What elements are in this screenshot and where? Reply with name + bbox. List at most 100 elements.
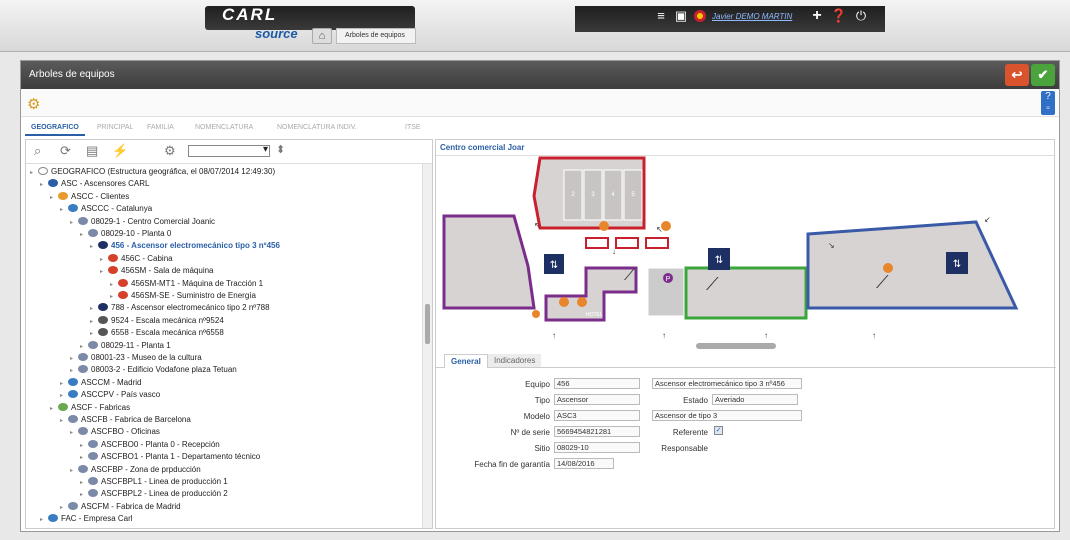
tree-toggle-icon[interactable]: ▸ <box>90 317 98 328</box>
panel-splitter[interactable] <box>696 343 776 349</box>
tree-toggle-icon[interactable]: ▸ <box>60 503 68 514</box>
tree-toggle-icon[interactable]: ▸ <box>40 515 48 526</box>
back-button[interactable]: ↩ <box>1005 64 1029 86</box>
list-icon[interactable]: ≡ <box>652 6 670 26</box>
tab-nomenclatura[interactable]: NOMENCLATURA <box>189 121 259 134</box>
tree-toggle-icon[interactable]: ▸ <box>50 404 58 415</box>
tree-toggle-icon[interactable]: ▸ <box>50 193 58 204</box>
tree-node[interactable]: ▸ 456C - Cabina <box>100 253 173 264</box>
tree-node[interactable]: ▸ 08029-1 - Centro Comercial Joanic <box>70 216 215 227</box>
refresh-icon[interactable]: ⟳ <box>60 143 71 159</box>
modelo-desc[interactable]: Ascensor de tipo 3 <box>652 410 802 421</box>
tree-node[interactable]: ▸ ASCCPV - País vasco <box>60 389 160 400</box>
tree-node[interactable]: ▸ 788 - Ascensor electromecánico tipo 2 n… <box>90 302 270 313</box>
tree-toggle-icon[interactable]: ▸ <box>60 205 68 216</box>
tree-toggle-icon[interactable]: ▸ <box>60 391 68 402</box>
tree-node[interactable]: ▸ 08001-23 - Museo de la cultura <box>70 352 202 363</box>
tree-toggle-icon[interactable]: ▸ <box>70 218 78 229</box>
tree-node[interactable]: ▸ ASCFBP - Zona de prpducción <box>70 464 201 475</box>
tree-node[interactable]: ▸ ASCFBPL2 - Linea de producción 2 <box>80 488 228 499</box>
tree-toggle-icon[interactable]: ▸ <box>80 441 88 452</box>
tree-node[interactable]: ▸ 456SM - Sala de máquina <box>100 265 214 276</box>
tree-toggle-icon[interactable]: ▸ <box>100 267 108 278</box>
tree-toggle-icon[interactable]: ▸ <box>90 242 98 253</box>
modelo-code[interactable]: ASC3 <box>554 410 640 421</box>
tree-node[interactable]: ▸ 08003-2 - Edificio Vodafone plaza Tetua… <box>70 364 237 375</box>
tree-node[interactable]: ▸ 456SM-SE - Suministro de Energía <box>110 290 256 301</box>
tree-node[interactable]: ▸ ASC - Ascensores CARL <box>40 178 149 189</box>
tab-principal[interactable]: PRINCIPAL <box>91 121 139 134</box>
tree-toggle-icon[interactable]: ▸ <box>60 416 68 427</box>
tree-scroll-thumb[interactable] <box>425 304 430 344</box>
tree-node[interactable]: ▸ 456SM-MT1 - Máquina de Tracción 1 <box>110 278 263 289</box>
tree-node[interactable]: ▸ ASCCC - Catalunya <box>60 203 152 214</box>
tree-toggle-icon[interactable]: ▸ <box>110 280 118 291</box>
tree-node[interactable]: ▸ 08029-10 - Planta 0 <box>80 228 171 239</box>
tab-indicadores[interactable]: Indicadores <box>488 354 542 367</box>
lightning-icon[interactable]: ⚡ <box>112 143 128 159</box>
context-help-button[interactable]: ? ▫ <box>1041 91 1055 115</box>
sort-icon[interactable]: ⬍ <box>276 143 285 156</box>
equipo-desc[interactable]: Ascensor electromecánico tipo 3 nº456 <box>652 378 802 389</box>
tree-node[interactable]: ▸ ASCF - Fabricas <box>50 402 130 413</box>
fecha-garantia-value[interactable]: 14/08/2016 <box>554 458 614 469</box>
power-icon[interactable]: ⏻ <box>852 6 870 26</box>
tree-toggle-icon[interactable]: ▸ <box>80 478 88 489</box>
breadcrumb[interactable]: Arboles de equipos <box>336 28 416 44</box>
user-link[interactable]: Javier DEMO MARTIN <box>712 12 792 21</box>
tree-node[interactable]: ▸ 08029-11 - Planta 1 <box>80 340 171 351</box>
referente-checkbox[interactable]: ✓ <box>714 426 723 435</box>
tree-toggle-icon[interactable]: ▸ <box>80 230 88 241</box>
tree-toggle-icon[interactable]: ▸ <box>90 329 98 340</box>
tree-toggle-icon[interactable]: ▸ <box>70 354 78 365</box>
window-icon[interactable]: ▣ <box>672 6 690 26</box>
tree-toggle-icon[interactable]: ▸ <box>80 453 88 464</box>
tree-node[interactable]: ▸ ASCC - Clientes <box>50 191 129 202</box>
document-icon[interactable]: ▤ <box>86 143 98 159</box>
tree-toggle-icon[interactable]: ▸ <box>70 466 78 477</box>
tree-toggle-icon[interactable]: ▸ <box>40 180 48 191</box>
tree-node[interactable]: ▸ ASCFBO1 - Planta 1 - Departamento técni… <box>80 451 260 462</box>
tree-toggle-icon[interactable]: ▸ <box>80 342 88 353</box>
flag-es-icon[interactable] <box>692 6 708 26</box>
tree-node[interactable]: ▸ ASCFBO0 - Planta 0 - Recepción <box>80 439 220 450</box>
sub-toolbar: ⚙ ? ▫ <box>21 89 1059 117</box>
tree-node[interactable]: ▸ 456 - Ascensor electromecánico tipo 3 n… <box>90 240 280 251</box>
estado-value[interactable]: Averiado <box>712 394 798 405</box>
tree-toggle-icon[interactable]: ▸ <box>30 168 38 179</box>
tab-itse[interactable]: ITSE <box>399 121 427 134</box>
hotel-label: HOTEL <box>586 312 603 318</box>
tree-node[interactable]: ▸ 6558 - Escala mecánica nº6558 <box>90 327 224 338</box>
tree-node[interactable]: ▸ ASCFB - Fabrica de Barcelona <box>60 414 191 425</box>
tree-toggle-icon[interactable]: ▸ <box>100 255 108 266</box>
tree-node[interactable]: ▸ ASCFBPL1 - Linea de producción 1 <box>80 476 228 487</box>
tree-node[interactable]: ▸ ASCCM - Madrid <box>60 377 141 388</box>
tab-general[interactable]: General <box>444 354 488 368</box>
tree-node[interactable]: ▸ 9524 - Escala mecánica nº9524 <box>90 315 224 326</box>
tab-familia[interactable]: FAMILIA <box>141 121 180 134</box>
plus-icon[interactable]: + <box>808 6 826 26</box>
help-icon[interactable]: ❓ <box>830 6 848 26</box>
equipo-code[interactable]: 456 <box>554 378 640 389</box>
search-icon[interactable]: ⌕ <box>34 143 41 159</box>
tree-toggle-icon[interactable]: ▸ <box>110 292 118 303</box>
tree-toggle-icon[interactable]: ▸ <box>60 379 68 390</box>
tree-node[interactable]: ▸ GEOGRAFICO (Estructura geográfica, el 0… <box>30 166 275 177</box>
arrow-up-4: ↑ <box>872 331 876 340</box>
home-icon[interactable]: ⌂ <box>312 28 332 44</box>
tree-toggle-icon[interactable]: ▸ <box>90 304 98 315</box>
tree-node[interactable]: ▸ ASCFM - Fabrica de Madrid <box>60 501 181 512</box>
tab-nomenclatura-indiv[interactable]: NOMENCLATURA INDIV. <box>271 121 363 134</box>
tab-geografico[interactable]: GEOGRAFICO <box>25 121 85 136</box>
tree-toggle-icon[interactable]: ▸ <box>70 366 78 377</box>
tree-node[interactable]: ▸ FAC - Empresa Carl <box>40 513 133 524</box>
filter-select[interactable] <box>188 144 270 157</box>
confirm-button[interactable]: ✔ <box>1031 64 1055 86</box>
tree-toggle-icon[interactable]: ▸ <box>70 428 78 439</box>
gears-icon[interactable]: ⚙ <box>27 95 40 113</box>
tree-node[interactable]: ▸ ASCFBO - Oficinas <box>70 426 160 437</box>
settings-icon[interactable]: ⚙ <box>164 143 176 159</box>
tree-scrollbar[interactable] <box>422 164 432 528</box>
tree-toggle-icon[interactable]: ▸ <box>80 490 88 501</box>
floor-plan-map[interactable]: 2 3 4 5 HOTEL P ⇅ ⇅ ⇅ ⟋ ⟋ ⟋ ↖ ↖ ↓ ↑ ↑ ↑ … <box>436 156 1056 346</box>
